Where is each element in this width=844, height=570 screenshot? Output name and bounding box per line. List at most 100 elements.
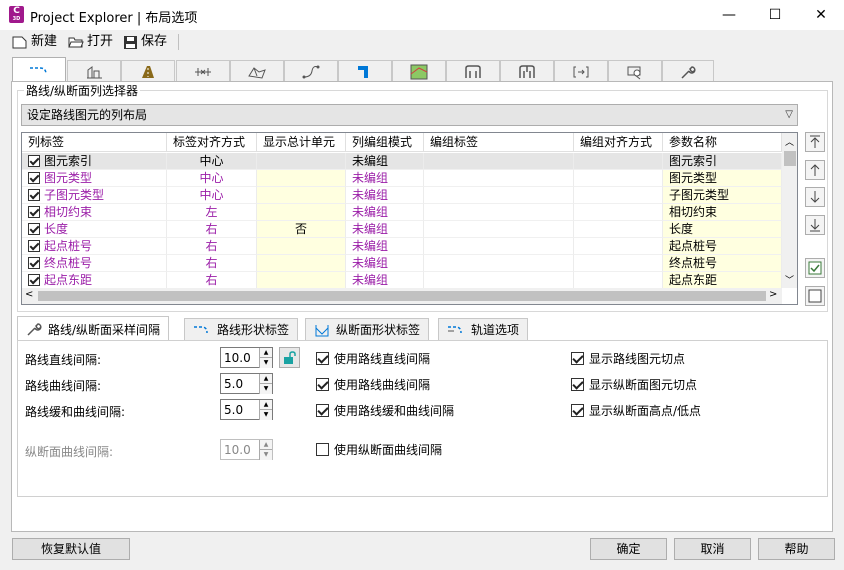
row-checkbox[interactable] xyxy=(28,206,40,218)
tab-point[interactable] xyxy=(608,60,662,82)
hscroll-thumb[interactable] xyxy=(38,291,766,301)
param-name-cell[interactable]: 图元索引 xyxy=(663,153,782,170)
grid-vertical-scrollbar[interactable]: ︿ ﹀ xyxy=(782,133,797,288)
header-column-label[interactable]: 列标签 xyxy=(22,133,167,152)
checkbox-box[interactable] xyxy=(316,352,329,365)
show-profile-tangent-checkbox[interactable]: 显示纵断面图元切点 xyxy=(571,376,697,393)
scroll-right-icon[interactable]: > xyxy=(769,289,777,300)
minimize-button[interactable]: — xyxy=(706,0,752,30)
column-layout-combo[interactable]: 设定路线图元的列布局 ▽ xyxy=(21,104,798,126)
param-name-cell[interactable]: 起点东距 xyxy=(663,272,782,289)
show-total-cell[interactable] xyxy=(257,255,346,272)
label-align-cell[interactable]: 右 xyxy=(167,221,257,238)
group-mode-cell[interactable]: 未编组 xyxy=(346,187,424,204)
uncheck-all-button[interactable] xyxy=(805,286,825,306)
tab-settings[interactable] xyxy=(662,60,714,82)
tab-profile-shape-labels[interactable]: 纵断面形状标签 xyxy=(305,318,430,340)
label-align-cell[interactable]: 中心 xyxy=(167,170,257,187)
tab-pressure[interactable] xyxy=(500,60,554,82)
group-label-cell[interactable] xyxy=(424,204,574,221)
group-label-cell[interactable] xyxy=(424,187,574,204)
spin-down-icon[interactable]: ▼ xyxy=(259,384,272,394)
scroll-down-icon[interactable]: ﹀ xyxy=(785,273,794,286)
group-mode-cell[interactable]: 未编组 xyxy=(346,221,424,238)
header-group-align[interactable]: 编组对齐方式 xyxy=(574,133,663,152)
group-align-cell[interactable] xyxy=(574,204,663,221)
show-total-cell[interactable] xyxy=(257,272,346,289)
show-total-cell[interactable] xyxy=(257,153,346,170)
table-row[interactable]: 起点桩号 右 未编组 起点桩号 xyxy=(22,238,782,255)
tab-profile[interactable] xyxy=(67,60,121,82)
use-spiral-checkbox[interactable]: 使用路线缓和曲线间隔 xyxy=(316,402,454,419)
label-align-cell[interactable]: 右 xyxy=(167,272,257,289)
row-checkbox[interactable] xyxy=(28,274,40,286)
column-label-cell[interactable]: 相切约束 xyxy=(22,204,167,221)
show-total-cell[interactable] xyxy=(257,170,346,187)
scroll-up-icon[interactable]: ︿ xyxy=(785,135,794,148)
group-align-cell[interactable] xyxy=(574,170,663,187)
spin-up-icon[interactable]: ▲ xyxy=(259,400,272,410)
group-label-cell[interactable] xyxy=(424,170,574,187)
spiral-interval-spinner[interactable]: 5.0 ▲ ▼ xyxy=(220,399,273,420)
column-label-cell[interactable]: 长度 xyxy=(22,221,167,238)
table-row[interactable]: 图元索引 中心 未编组 图元索引 xyxy=(22,153,782,170)
show-high-low-checkbox[interactable]: 显示纵断面高点/低点 xyxy=(571,402,701,419)
checkbox-box[interactable] xyxy=(316,443,329,456)
row-checkbox[interactable] xyxy=(28,155,40,167)
table-row[interactable]: 图元类型 中心 未编组 图元类型 xyxy=(22,170,782,187)
label-align-cell[interactable]: 右 xyxy=(167,255,257,272)
spin-down-icon[interactable]: ▼ xyxy=(259,358,272,368)
use-curve-checkbox[interactable]: 使用路线曲线间隔 xyxy=(316,376,430,393)
header-group-mode[interactable]: 列编组模式 xyxy=(346,133,424,152)
tab-surface[interactable] xyxy=(230,60,284,82)
move-up-button[interactable] xyxy=(805,160,825,180)
table-row[interactable]: 起点东距 右 未编组 起点东距 xyxy=(22,272,782,289)
show-total-cell[interactable] xyxy=(257,238,346,255)
column-grid[interactable]: 列标签 标签对齐方式 显示总计单元 列编组模式 编组标签 编组对齐方式 参数名称… xyxy=(21,132,798,305)
table-row[interactable]: 终点桩号 右 未编组 终点桩号 xyxy=(22,255,782,272)
maximize-button[interactable]: ☐ xyxy=(752,0,798,30)
group-mode-cell[interactable]: 未编组 xyxy=(346,204,424,221)
show-total-cell[interactable]: 否 xyxy=(257,221,346,238)
param-name-cell[interactable]: 起点桩号 xyxy=(663,238,782,255)
param-name-cell[interactable]: 子图元类型 xyxy=(663,187,782,204)
column-label-cell[interactable]: 子图元类型 xyxy=(22,187,167,204)
group-align-cell[interactable] xyxy=(574,272,663,289)
help-button[interactable]: 帮助 xyxy=(758,538,835,560)
close-button[interactable]: ✕ xyxy=(798,0,844,30)
tab-sample[interactable] xyxy=(554,60,608,82)
checkbox-box[interactable] xyxy=(571,352,584,365)
tab-alignment[interactable] xyxy=(12,57,66,83)
move-down-button[interactable] xyxy=(805,187,825,207)
group-label-cell[interactable] xyxy=(424,238,574,255)
group-align-cell[interactable] xyxy=(574,221,663,238)
table-row[interactable]: 相切约束 左 未编组 相切约束 xyxy=(22,204,782,221)
row-checkbox[interactable] xyxy=(28,257,40,269)
tangent-interval-value[interactable]: 10.0 xyxy=(224,351,251,365)
show-total-cell[interactable] xyxy=(257,187,346,204)
header-group-label[interactable]: 编组标签 xyxy=(424,133,574,152)
cancel-button[interactable]: 取消 xyxy=(674,538,751,560)
show-alignment-tangent-checkbox[interactable]: 显示路线图元切点 xyxy=(571,350,685,367)
spiral-interval-value[interactable]: 5.0 xyxy=(224,403,243,417)
spin-down-icon[interactable]: ▼ xyxy=(259,410,272,420)
group-label-cell[interactable] xyxy=(424,153,574,170)
header-label-align[interactable]: 标签对齐方式 xyxy=(167,133,257,152)
table-row[interactable]: 长度 右 否 未编组 长度 xyxy=(22,221,782,238)
param-name-cell[interactable]: 长度 xyxy=(663,221,782,238)
table-row[interactable]: 子图元类型 中心 未编组 子图元类型 xyxy=(22,187,782,204)
param-name-cell[interactable]: 终点桩号 xyxy=(663,255,782,272)
header-param-name[interactable]: 参数名称 xyxy=(663,133,782,152)
group-align-cell[interactable] xyxy=(574,238,663,255)
tab-sampling-interval[interactable]: 路线/纵断面采样间隔 xyxy=(17,316,170,341)
checkbox-box[interactable] xyxy=(571,404,584,417)
column-label-cell[interactable]: 起点东距 xyxy=(22,272,167,289)
group-label-cell[interactable] xyxy=(424,272,574,289)
ok-button[interactable]: 确定 xyxy=(590,538,667,560)
label-align-cell[interactable]: 右 xyxy=(167,238,257,255)
checkbox-box[interactable] xyxy=(316,404,329,417)
param-name-cell[interactable]: 图元类型 xyxy=(663,170,782,187)
restore-defaults-button[interactable]: 恢复默认值 xyxy=(12,538,130,560)
group-mode-cell[interactable]: 未编组 xyxy=(346,238,424,255)
tab-alignment-shape-labels[interactable]: 路线形状标签 xyxy=(184,318,299,340)
